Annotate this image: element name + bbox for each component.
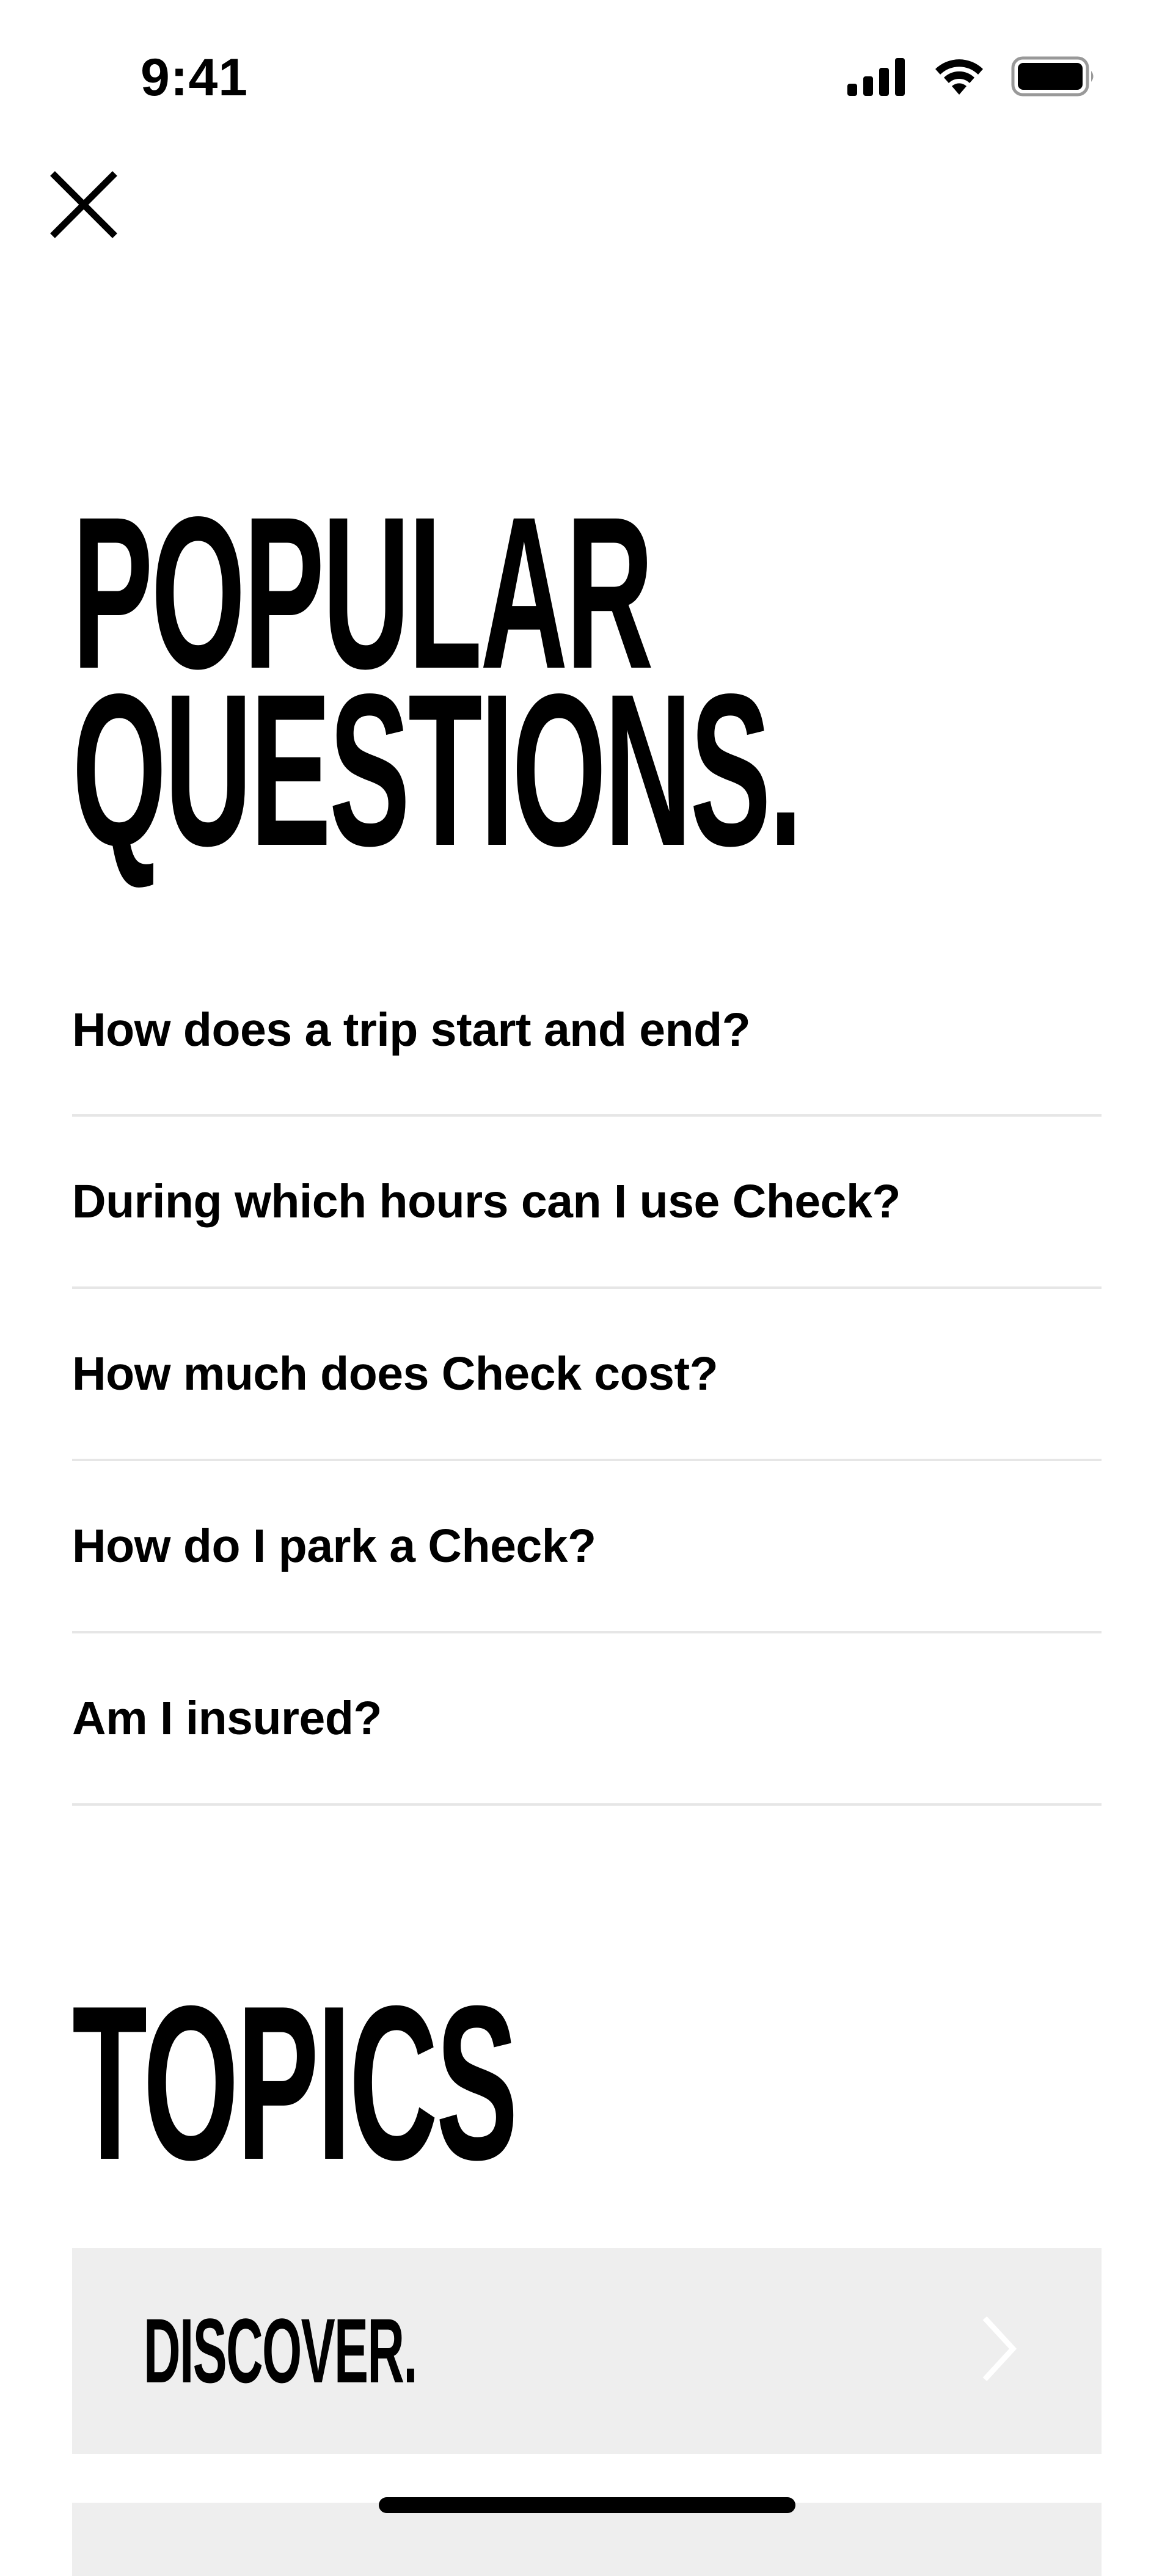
question-text: How much does Check cost? xyxy=(72,1347,718,1400)
wifi-icon xyxy=(935,59,983,95)
topic-card-discover[interactable]: DISCOVER. xyxy=(72,2248,1102,2454)
question-item[interactable]: How much does Check cost? xyxy=(72,1289,1102,1461)
status-time: 9:41 xyxy=(141,48,249,107)
status-bar: 9:41 xyxy=(0,0,1173,147)
close-button[interactable] xyxy=(44,165,123,244)
question-item[interactable]: How do I park a Check? xyxy=(72,1461,1102,1633)
question-text: How do I park a Check? xyxy=(72,1519,596,1572)
battery-icon xyxy=(1011,56,1094,97)
question-item[interactable]: Am I insured? xyxy=(72,1633,1102,1806)
popular-questions-title: POPULAR QUESTIONS. xyxy=(72,485,803,879)
topic-label: DISCOVER. xyxy=(144,2299,418,2402)
topics-title: TOPICS xyxy=(72,1960,518,2206)
close-icon xyxy=(50,171,117,238)
status-icons xyxy=(846,56,1097,97)
topic-card-next[interactable] xyxy=(72,2503,1102,2576)
chevron-right-icon xyxy=(982,2316,1017,2382)
question-text: During which hours can I use Check? xyxy=(72,1175,901,1228)
question-text: How does a trip start and end? xyxy=(72,1003,751,1056)
popular-title-line2: QUESTIONS. xyxy=(72,649,803,891)
question-list: How does a trip start and end? During wh… xyxy=(72,946,1102,1806)
question-item[interactable]: How does a trip start and end? xyxy=(72,946,1102,1117)
question-text: Am I insured? xyxy=(72,1691,382,1745)
help-screen: 9:41 POPULAR QUESTIONS. How does a trip … xyxy=(0,0,1173,2576)
question-item[interactable]: During which hours can I use Check? xyxy=(72,1117,1102,1289)
home-indicator xyxy=(379,2497,795,2513)
signal-icon xyxy=(847,58,905,96)
